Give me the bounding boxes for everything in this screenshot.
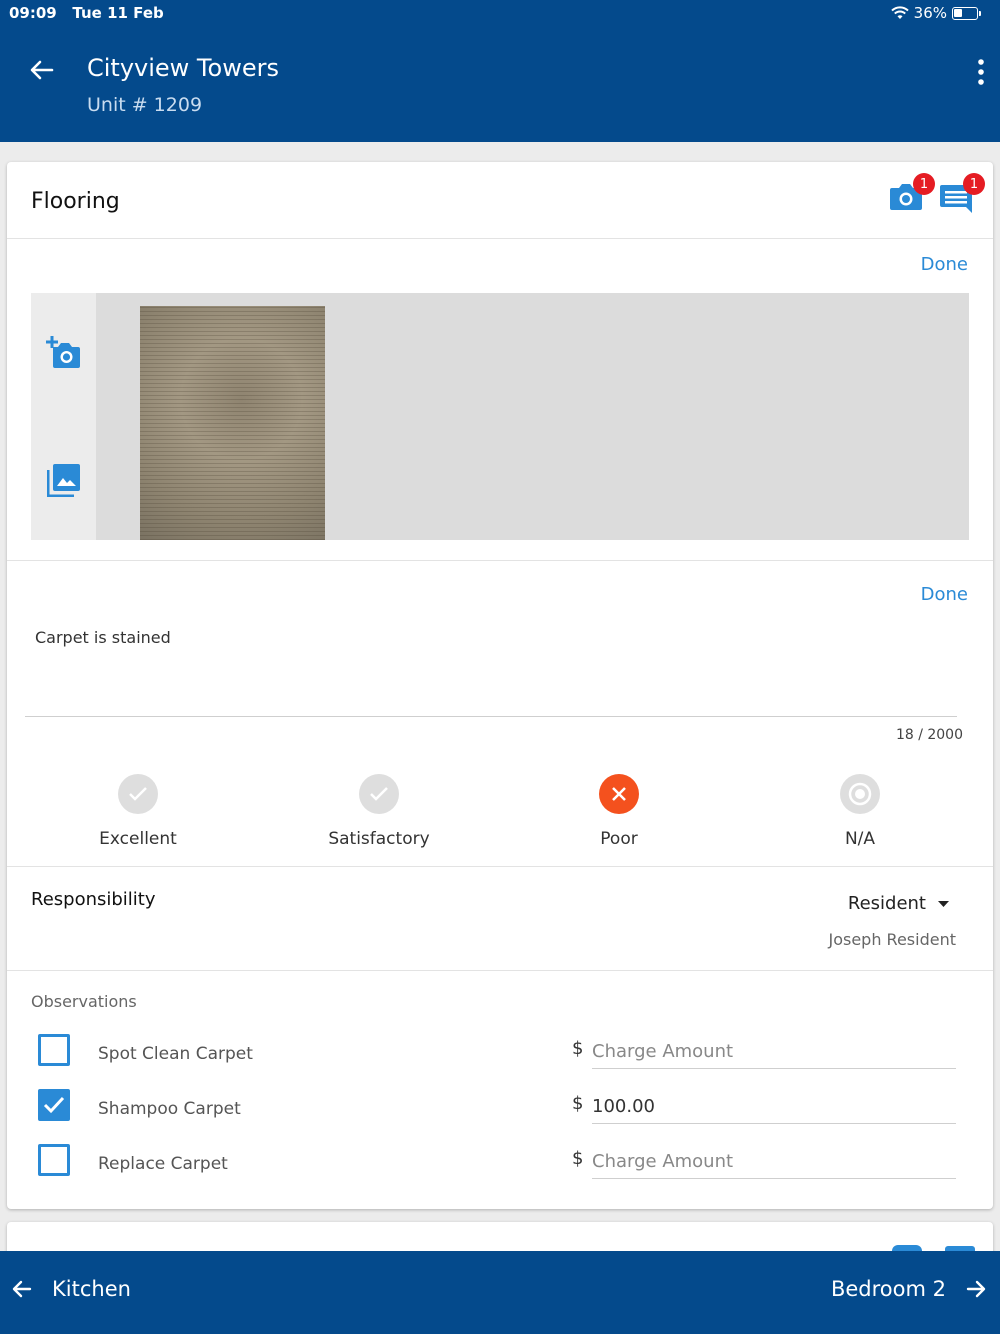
more-menu-button[interactable] bbox=[970, 56, 992, 88]
wifi-icon bbox=[890, 6, 909, 19]
observation-row: Replace Carpet $ bbox=[7, 1144, 993, 1194]
responsibility-dropdown[interactable]: Resident bbox=[848, 893, 949, 914]
divider bbox=[7, 560, 993, 561]
currency-symbol: $ bbox=[572, 1038, 584, 1059]
flooring-card: Flooring 1 1 Done Done Carpet is stained… bbox=[7, 162, 993, 1209]
condition-rating-group: Excellent Satisfactory Poor N/A bbox=[7, 774, 993, 854]
battery-percent: 36% bbox=[913, 4, 947, 22]
check-icon bbox=[43, 1096, 65, 1114]
comment-underline bbox=[25, 716, 957, 717]
divider bbox=[7, 238, 993, 239]
responsible-person: Joseph Resident bbox=[828, 930, 956, 949]
rating-na[interactable]: N/A bbox=[780, 774, 940, 849]
previous-room-label: Kitchen bbox=[52, 1277, 131, 1301]
carpet-photo-thumbnail[interactable] bbox=[140, 306, 325, 540]
more-vertical-icon bbox=[978, 59, 984, 85]
page-title: Cityview Towers bbox=[87, 54, 279, 82]
observation-row: Shampoo Carpet $ bbox=[7, 1089, 993, 1139]
observation-checkbox[interactable] bbox=[38, 1089, 70, 1121]
currency-symbol: $ bbox=[572, 1148, 584, 1169]
comment-done-button[interactable]: Done bbox=[921, 584, 968, 605]
photos-count-badge: 1 bbox=[913, 173, 935, 195]
observation-checkbox[interactable] bbox=[38, 1144, 70, 1176]
observation-row: Spot Clean Carpet $ bbox=[7, 1034, 993, 1084]
rating-poor[interactable]: Poor bbox=[539, 774, 699, 849]
observation-label: Replace Carpet bbox=[98, 1154, 228, 1174]
room-navigation-bar: Kitchen Bedroom 2 bbox=[0, 1251, 1000, 1334]
check-icon bbox=[118, 774, 158, 814]
arrow-left-icon bbox=[30, 60, 54, 80]
photos-done-button[interactable]: Done bbox=[921, 254, 968, 275]
comments-button[interactable]: 1 bbox=[939, 173, 985, 216]
char-counter: 18 / 2000 bbox=[895, 727, 963, 743]
add-photo-icon bbox=[46, 336, 80, 368]
arrow-left-icon bbox=[8, 1273, 36, 1305]
section-title: Flooring bbox=[31, 189, 120, 214]
currency-symbol: $ bbox=[572, 1093, 584, 1114]
responsibility-label: Responsibility bbox=[31, 889, 156, 910]
comment-textarea[interactable]: Carpet is stained bbox=[35, 628, 171, 647]
status-bar: 09:09 Tue 11 Feb 36% bbox=[0, 0, 1000, 26]
take-photo-button[interactable] bbox=[45, 333, 83, 371]
charge-amount-input[interactable] bbox=[592, 1144, 956, 1179]
rating-satisfactory[interactable]: Satisfactory bbox=[299, 774, 459, 849]
battery-icon bbox=[952, 6, 981, 20]
app-header: 09:09 Tue 11 Feb 36% Cityview Towers Uni… bbox=[0, 0, 1000, 142]
next-room-button[interactable]: Bedroom 2 bbox=[831, 1273, 990, 1305]
status-time: 09:09 Tue 11 Feb bbox=[9, 4, 164, 22]
divider bbox=[7, 970, 993, 971]
photo-tools bbox=[31, 293, 96, 540]
responsibility-value: Resident bbox=[847, 893, 926, 914]
radio-icon bbox=[840, 774, 880, 814]
observation-label: Spot Clean Carpet bbox=[98, 1044, 253, 1064]
next-room-label: Bedroom 2 bbox=[830, 1277, 946, 1301]
observation-label: Shampoo Carpet bbox=[98, 1099, 241, 1119]
charge-amount-input[interactable] bbox=[592, 1034, 956, 1069]
status-indicators: 36% bbox=[890, 4, 981, 22]
previous-room-button[interactable]: Kitchen bbox=[8, 1273, 131, 1305]
close-icon bbox=[599, 774, 639, 814]
back-button[interactable] bbox=[24, 54, 60, 86]
divider bbox=[7, 866, 993, 867]
observation-checkbox[interactable] bbox=[38, 1034, 70, 1066]
observations-title: Observations bbox=[31, 992, 137, 1011]
photos-button[interactable]: 1 bbox=[889, 173, 935, 216]
charge-amount-input[interactable] bbox=[592, 1089, 956, 1124]
gallery-button[interactable] bbox=[45, 461, 83, 499]
rating-excellent[interactable]: Excellent bbox=[58, 774, 218, 849]
comments-count-badge: 1 bbox=[963, 173, 985, 195]
caret-down-icon bbox=[938, 900, 949, 907]
gallery-icon bbox=[47, 464, 80, 497]
check-icon bbox=[359, 774, 399, 814]
unit-subtitle: Unit # 1209 bbox=[87, 94, 203, 116]
photo-strip bbox=[31, 293, 969, 540]
arrow-right-icon bbox=[962, 1273, 990, 1305]
section-actions: 1 1 bbox=[889, 173, 985, 216]
